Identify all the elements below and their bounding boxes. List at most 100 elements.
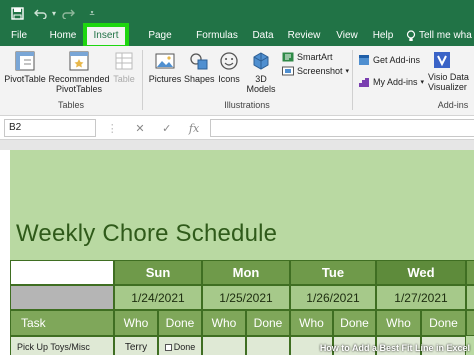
tab-data[interactable]: Data — [250, 26, 276, 46]
day-header-next[interactable] — [466, 260, 474, 285]
icons-icon — [220, 52, 238, 70]
sheet-top-margin — [0, 140, 474, 150]
tab-help[interactable]: Help — [371, 26, 395, 46]
task-row-label[interactable]: Pick Up Toys/Misc — [10, 336, 114, 355]
tab-insert[interactable]: Insert — [83, 23, 129, 49]
visio-icon — [434, 52, 450, 68]
pivottable-icon — [15, 51, 35, 71]
done-header-sun[interactable]: Done — [158, 310, 202, 336]
screenshot-button[interactable]: Screenshot ▾ — [282, 66, 349, 76]
date-cell-mon[interactable]: 1/25/2021 — [202, 285, 290, 310]
pictures-button[interactable]: Pictures — [148, 50, 182, 84]
tab-review[interactable]: Review — [287, 26, 321, 46]
ribbon-separator — [352, 50, 353, 110]
recommended-pivottables-label: Recommended PivotTables — [48, 74, 110, 94]
3d-models-icon — [253, 52, 269, 70]
pivottable-label: PivotTable — [4, 74, 46, 84]
enter-icon[interactable]: ✓ — [162, 122, 171, 135]
smartart-button[interactable]: SmartArt — [282, 52, 333, 62]
shapes-icon — [190, 53, 208, 70]
date-blank-cell[interactable] — [10, 285, 114, 310]
undo-icon[interactable] — [33, 3, 49, 23]
illustrations-group-label: Illustrations — [224, 100, 270, 110]
3d-models-button[interactable]: 3D Models — [243, 50, 279, 94]
tab-page-layout[interactable]: Page Layout — [132, 26, 188, 61]
formula-controls: ⋮ ✕ ✓ fx — [98, 119, 208, 137]
tab-file[interactable]: File — [6, 26, 32, 46]
ribbon-tabs: File Home Insert Page Layout Formulas Da… — [0, 23, 474, 61]
undo-dropdown-icon[interactable]: ▾ — [50, 3, 58, 23]
pictures-label: Pictures — [148, 74, 182, 84]
fx-icon[interactable]: fx — [189, 122, 199, 135]
screenshot-label: Screenshot — [297, 66, 343, 76]
who-header-next[interactable] — [466, 310, 474, 336]
schedule-table: Sun Mon Tue Wed 1/24/2021 1/25/2021 1/26… — [10, 260, 474, 355]
shapes-button[interactable]: Shapes — [184, 50, 215, 84]
task-header[interactable]: Task — [10, 310, 114, 336]
cancel-icon[interactable]: ✕ — [135, 122, 144, 135]
tables-group-label: Tables — [57, 100, 84, 110]
done-header-tue[interactable]: Done — [333, 310, 376, 336]
tab-view[interactable]: View — [333, 26, 361, 46]
icons-label: Icons — [218, 74, 240, 84]
store-icon — [359, 55, 369, 65]
date-cell-next[interactable] — [466, 285, 474, 310]
who-header-tue[interactable]: Who — [290, 310, 333, 336]
header-blank-cell[interactable] — [10, 260, 114, 285]
task-who-sun[interactable]: Terry — [114, 336, 158, 355]
customize-toolbar-icon[interactable]: ⩡ — [86, 3, 98, 23]
my-addins-label: My Add-ins — [373, 77, 418, 87]
title-bar: ▾ ⩡ — [0, 0, 474, 26]
day-header-wed[interactable]: Wed — [376, 260, 466, 285]
table-label: Table — [113, 74, 135, 84]
pivottable-button[interactable]: PivotTable — [4, 50, 46, 84]
pictures-icon — [155, 53, 175, 69]
task-cell[interactable] — [202, 336, 246, 355]
tab-home[interactable]: Home — [46, 26, 80, 46]
recommended-pivottables-button[interactable]: Recommended PivotTables — [48, 50, 110, 94]
task-done-label: Done — [173, 342, 196, 352]
visio-label: Visio Data Visualizer — [428, 72, 469, 92]
screenshot-icon — [282, 66, 294, 76]
my-addins-dropdown-icon[interactable]: ▾ — [421, 78, 425, 86]
day-header-sun[interactable]: Sun — [114, 260, 202, 285]
table-button[interactable]: Table — [111, 50, 137, 84]
more-icon: ⋮ — [106, 122, 118, 135]
task-cell[interactable] — [246, 336, 290, 355]
task-done-sun[interactable]: Done — [158, 336, 202, 355]
date-cell-sun[interactable]: 1/24/2021 — [114, 285, 202, 310]
table-icon — [115, 52, 133, 70]
name-box[interactable]: B2 — [4, 119, 96, 137]
tell-me-search[interactable]: Tell me wha — [419, 26, 474, 46]
tab-formulas[interactable]: Formulas — [196, 26, 238, 46]
who-header-wed[interactable]: Who — [376, 310, 421, 336]
done-checkbox[interactable] — [164, 343, 172, 351]
formula-input[interactable] — [210, 119, 474, 137]
get-addins-label: Get Add-ins — [373, 55, 421, 65]
my-addins-icon — [359, 78, 369, 87]
date-cell-tue[interactable]: 1/26/2021 — [290, 285, 376, 310]
visio-data-visualizer-button[interactable]: Visio Data Visualizer — [428, 50, 474, 92]
icons-button[interactable]: Icons — [216, 50, 242, 84]
done-header-wed[interactable]: Done — [421, 310, 466, 336]
who-header-sun[interactable]: Who — [114, 310, 158, 336]
day-header-mon[interactable]: Mon — [202, 260, 290, 285]
my-addins-button[interactable]: My Add-ins ▾ — [358, 76, 424, 88]
get-addins-button[interactable]: Get Add-ins — [358, 54, 420, 66]
smartart-icon — [282, 52, 294, 62]
worksheet-area[interactable]: Weekly Chore Schedule Sun Mon Tue Wed 1/… — [10, 150, 474, 355]
day-header-tue[interactable]: Tue — [290, 260, 376, 285]
done-header-mon[interactable]: Done — [246, 310, 290, 336]
lightbulb-icon — [406, 30, 416, 45]
ribbon-separator — [142, 50, 143, 110]
who-header-mon[interactable]: Who — [202, 310, 246, 336]
addins-group-label: Add-ins — [437, 100, 469, 110]
smartart-label: SmartArt — [297, 52, 333, 62]
screenshot-dropdown-icon[interactable]: ▾ — [346, 67, 350, 75]
3d-models-label: 3D Models — [246, 74, 276, 94]
date-cell-wed[interactable]: 1/27/2021 — [376, 285, 466, 310]
formula-bar: B2 ⋮ ✕ ✓ fx — [0, 116, 474, 140]
redo-icon[interactable] — [60, 3, 76, 23]
ribbon-insert: PivotTable Recommended PivotTables Table… — [0, 46, 474, 116]
save-icon[interactable] — [8, 3, 26, 23]
